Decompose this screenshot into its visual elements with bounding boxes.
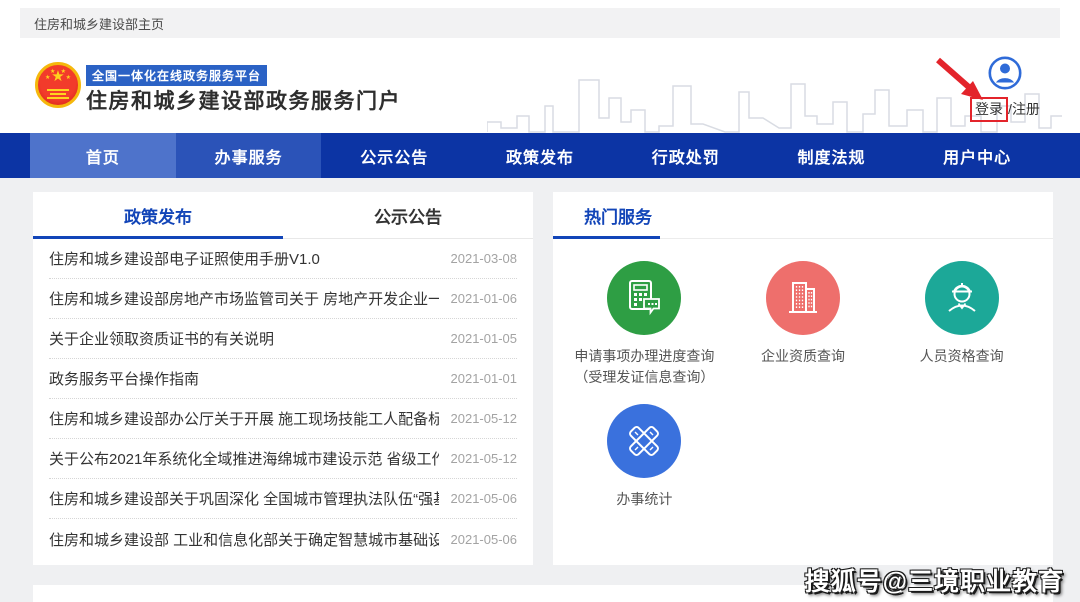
- news-item-title[interactable]: 关于企业领取资质证书的有关说明: [49, 328, 274, 349]
- nav-item-user-center[interactable]: 用户中心: [904, 133, 1050, 178]
- ruler-pencil-icon: [607, 404, 681, 478]
- calculator-receipt-icon: [607, 261, 681, 335]
- login-register-row: 登录/注册: [960, 97, 1050, 122]
- service-statistics[interactable]: 办事统计: [565, 404, 724, 510]
- national-emblem-icon: ★ ★ ★ ★ ★: [35, 62, 81, 108]
- news-item-date: 2021-01-05: [451, 331, 518, 346]
- nav-item-policy-release[interactable]: 政策发布: [467, 133, 613, 178]
- news-item-title[interactable]: 关于公布2021年系统化全域推进海绵城市建设示范 省级工作...: [49, 448, 439, 469]
- site-header: ★ ★ ★ ★ ★ 全国一体化在线政务服务平台 住房和城乡建设部政务服务门户 登…: [0, 38, 1080, 133]
- ministry-home-link[interactable]: 住房和城乡建设部主页: [34, 14, 164, 33]
- news-item[interactable]: 关于公布2021年系统化全域推进海绵城市建设示范 省级工作... 2021-05…: [49, 439, 517, 479]
- nav-item-regulations[interactable]: 制度法规: [759, 133, 905, 178]
- news-item-date: 2021-01-01: [451, 371, 518, 386]
- news-item-title[interactable]: 住房和城乡建设部 工业和信息化部关于确定智慧城市基础设施...: [49, 529, 439, 550]
- nav-item-announcements[interactable]: 公示公告: [321, 133, 467, 178]
- news-item[interactable]: 政务服务平台操作指南 2021-01-01: [49, 359, 517, 399]
- news-item[interactable]: 住房和城乡建设部 工业和信息化部关于确定智慧城市基础设施... 2021-05-…: [49, 519, 517, 559]
- news-item[interactable]: 住房和城乡建设部关于巩固深化 全国城市管理执法队伍“强基... 2021-05-…: [49, 479, 517, 519]
- tab-public-announcement[interactable]: 公示公告: [283, 192, 533, 239]
- news-item-date: 2021-05-06: [451, 491, 518, 506]
- site-title: 住房和城乡建设部政务服务门户: [86, 85, 401, 115]
- tab-policy-release[interactable]: 政策发布: [33, 192, 283, 239]
- news-item[interactable]: 住房和城乡建设部房地产市场监管司关于 房地产开发企业一级... 2021-01-…: [49, 279, 517, 319]
- page: 住房和城乡建设部主页 ★ ★ ★ ★ ★ 全国一体化在线政务服务平台 住房和城乡…: [0, 0, 1080, 602]
- service-enterprise-qualification[interactable]: 企业资质查询: [724, 261, 883, 388]
- news-item[interactable]: 住房和城乡建设部办公厅关于开展 施工现场技能工人配备标准... 2021-05-…: [49, 399, 517, 439]
- watermark: 搜狐号@三境职业教育: [805, 562, 1064, 598]
- service-label: 企业资质查询: [761, 346, 845, 367]
- services-grid: 申请事项办理进度查询 （受理发证信息查询）: [553, 239, 1053, 526]
- user-area: 登录/注册: [960, 56, 1050, 122]
- hot-services-panel: 热门服务: [553, 192, 1053, 565]
- nav-item-home[interactable]: 首页: [30, 133, 176, 178]
- news-item-date: 2021-01-06: [451, 291, 518, 306]
- news-item-title[interactable]: 政务服务平台操作指南: [49, 368, 199, 389]
- news-list: 住房和城乡建设部电子证照使用手册V1.0 2021-03-08 住房和城乡建设部…: [33, 239, 533, 559]
- service-label: 申请事项办理进度查询 （受理发证信息查询）: [574, 346, 714, 388]
- news-tabs: 政策发布 公示公告: [33, 192, 533, 239]
- news-item-date: 2021-03-08: [451, 251, 518, 266]
- news-item[interactable]: 关于企业领取资质证书的有关说明 2021-01-05: [49, 319, 517, 359]
- top-bar: 住房和城乡建设部主页: [20, 8, 1060, 38]
- news-item-title[interactable]: 住房和城乡建设部房地产市场监管司关于 房地产开发企业一级...: [49, 288, 439, 309]
- office-building-icon: [766, 261, 840, 335]
- platform-badge: 全国一体化在线政务服务平台: [86, 65, 267, 86]
- news-item-date: 2021-05-12: [451, 451, 518, 466]
- main-nav: 首页 办事服务 公示公告 政策发布 行政处罚 制度法规 用户中心: [0, 133, 1080, 178]
- hot-services-title: 热门服务: [553, 192, 1053, 239]
- service-progress-query[interactable]: 申请事项办理进度查询 （受理发证信息查询）: [565, 261, 724, 388]
- news-item-date: 2021-05-06: [451, 532, 518, 547]
- news-item-title[interactable]: 住房和城乡建设部电子证照使用手册V1.0: [49, 248, 320, 269]
- news-item[interactable]: 住房和城乡建设部电子证照使用手册V1.0 2021-03-08: [49, 239, 517, 279]
- news-item-title[interactable]: 住房和城乡建设部关于巩固深化 全国城市管理执法队伍“强基...: [49, 488, 439, 509]
- worker-hardhat-icon: [925, 261, 999, 335]
- service-label: 办事统计: [616, 489, 672, 510]
- nav-item-administrative-penalty[interactable]: 行政处罚: [613, 133, 759, 178]
- service-label: 人员资格查询: [920, 346, 1004, 367]
- main-content: 政策发布 公示公告 住房和城乡建设部电子证照使用手册V1.0 2021-03-0…: [0, 178, 1080, 602]
- news-item-date: 2021-05-12: [451, 411, 518, 426]
- news-item-title[interactable]: 住房和城乡建设部办公厅关于开展 施工现场技能工人配备标准...: [49, 408, 439, 429]
- register-link[interactable]: 注册: [1012, 101, 1040, 117]
- service-personnel-qualification[interactable]: 人员资格查询: [882, 261, 1041, 388]
- login-link[interactable]: 登录: [970, 97, 1008, 122]
- user-avatar-icon[interactable]: [988, 56, 1022, 95]
- news-panel: 政策发布 公示公告 住房和城乡建设部电子证照使用手册V1.0 2021-03-0…: [33, 192, 533, 565]
- nav-item-services[interactable]: 办事服务: [176, 133, 322, 178]
